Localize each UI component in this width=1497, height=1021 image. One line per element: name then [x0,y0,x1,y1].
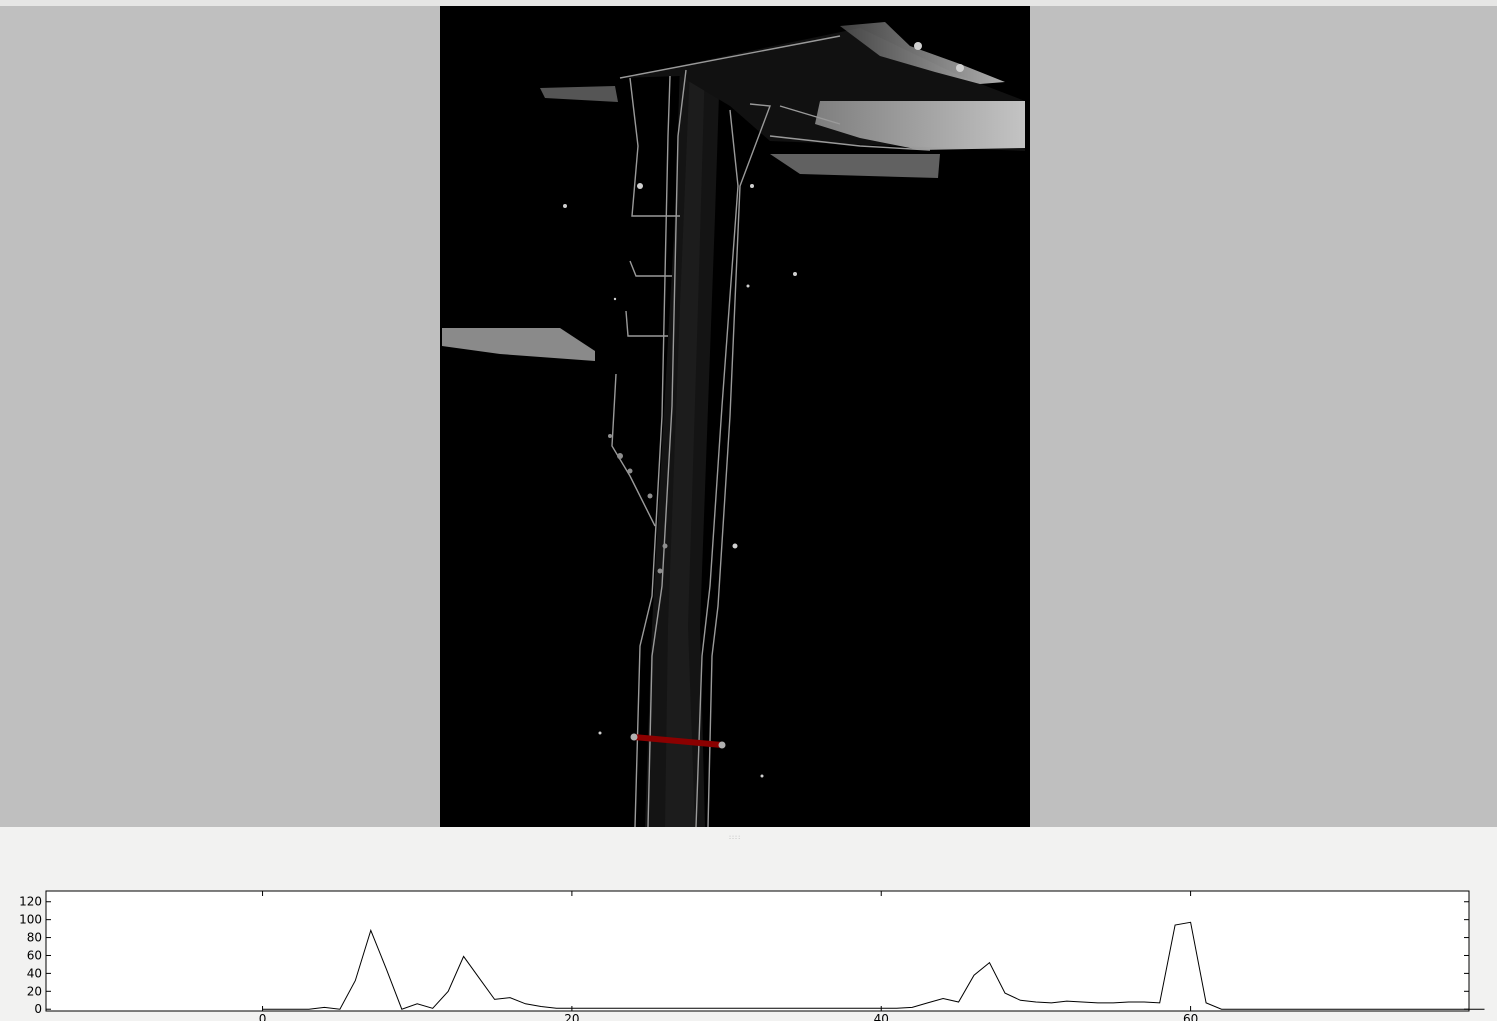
x-tick-label: 0 [259,1012,267,1021]
depth-image[interactable] [440,6,1030,827]
x-tick-label: 60 [1183,1012,1198,1021]
profile-start-handle [630,733,638,741]
image-viewer[interactable] [0,6,1497,827]
line-profile-chart: 0 20 40 60 80 100 120 0 20 40 60 [19,890,1485,1021]
profile-line [631,734,725,748]
panel-splitter[interactable]: :::: [0,827,1497,849]
y-tick-label: 100 [19,913,42,927]
line-profile-panel: 0 20 40 60 80 100 120 0 20 40 60 [0,849,1497,1021]
y-tick-label: 0 [34,1002,42,1016]
y-tick-label: 20 [27,984,42,998]
y-tick-label: 60 [27,948,42,962]
x-tick-label: 40 [874,1012,889,1021]
y-tick-label: 80 [27,931,42,945]
splitter-grip-icon[interactable]: :::: [729,835,740,841]
y-tick-label: 120 [19,895,42,909]
x-tick-label: 20 [564,1012,579,1021]
y-tick-label: 40 [27,966,42,980]
profile-end-handle [718,741,726,749]
plot-area [45,890,1470,1012]
depth-image-render [442,22,1025,827]
